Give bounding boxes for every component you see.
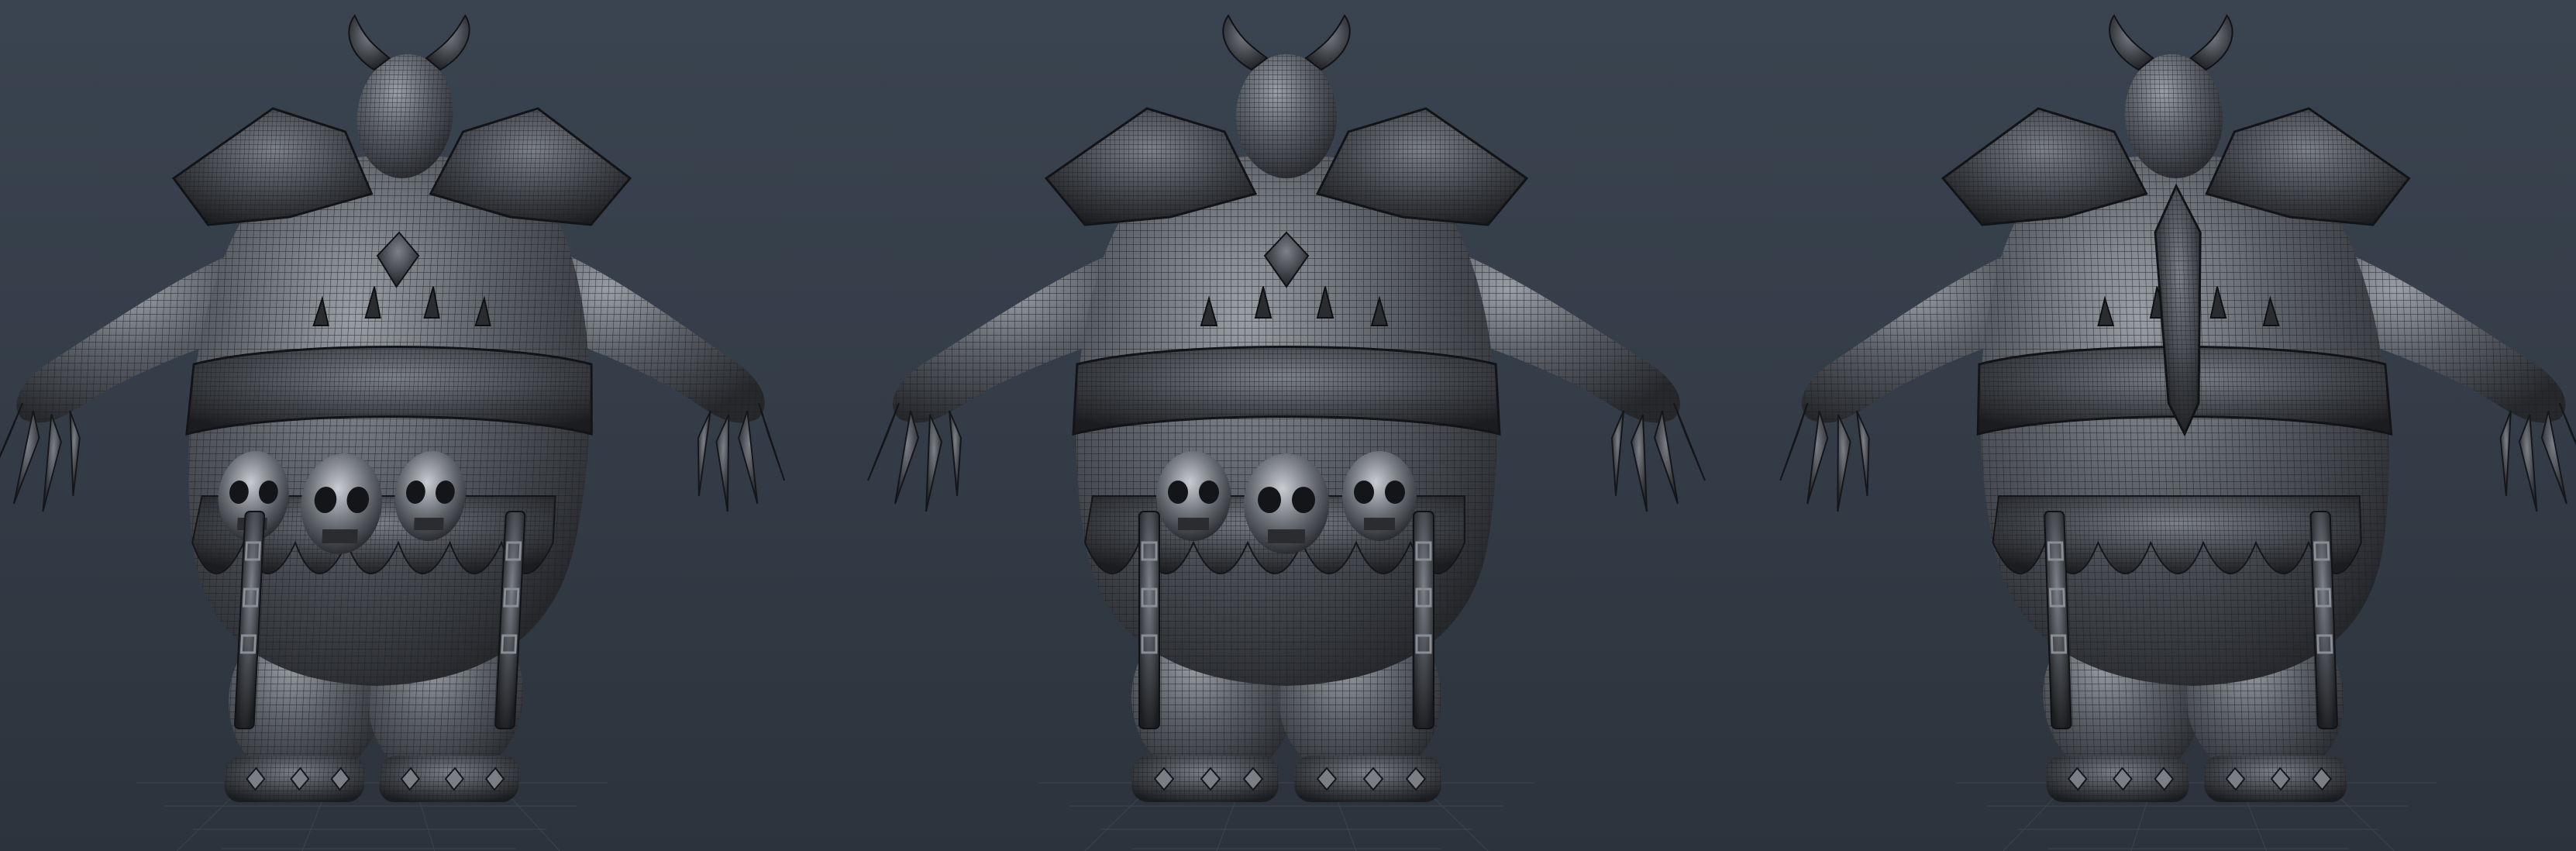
viewport — [0, 0, 2576, 851]
render-canvas — [0, 14, 2576, 851]
front-view — [866, 14, 1706, 851]
back-view — [1763, 14, 2576, 851]
three-quarter-front-view — [0, 14, 809, 851]
